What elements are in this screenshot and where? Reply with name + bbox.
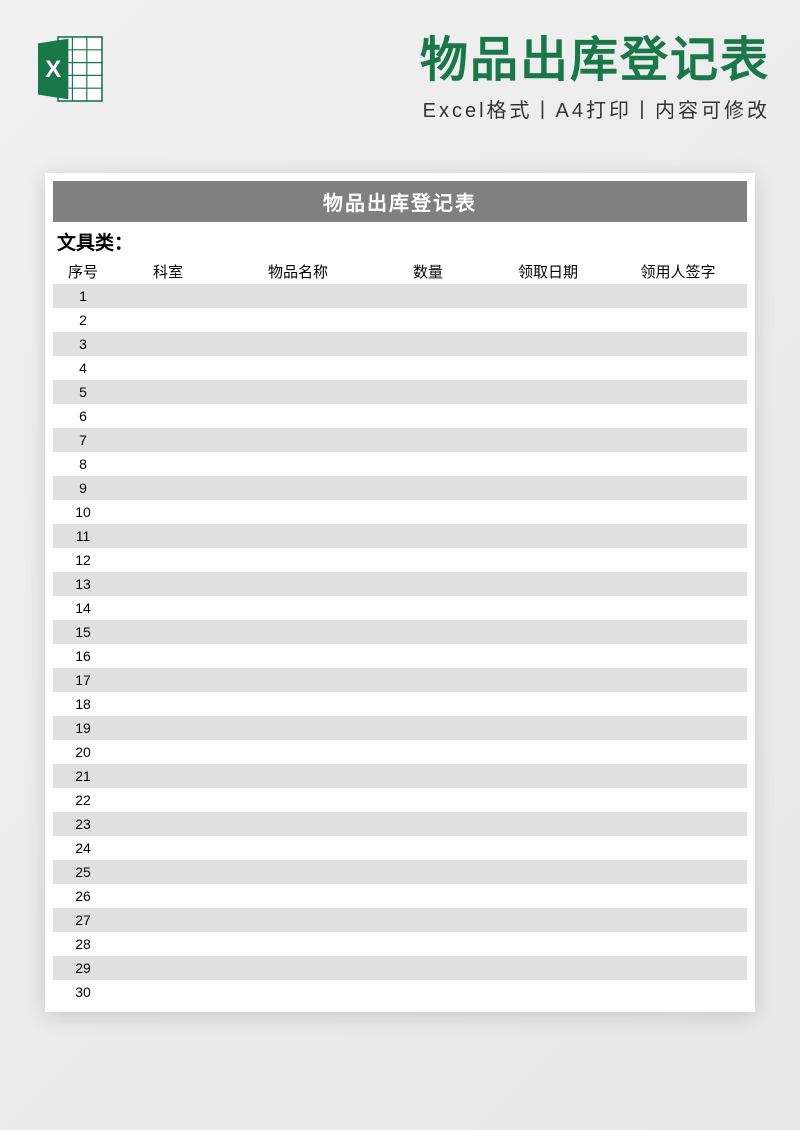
row-number: 17 — [53, 672, 113, 688]
table-row: 19 — [53, 716, 747, 740]
column-header-sign: 领用人签字 — [613, 261, 743, 282]
table-row: 6 — [53, 404, 747, 428]
row-number: 12 — [53, 552, 113, 568]
row-number: 5 — [53, 384, 113, 400]
header-text: 物品出库登记表 Excel格式丨A4打印丨内容可修改 — [130, 20, 770, 123]
page-header: X 物品出库登记表 Excel格式丨A4打印丨内容可修改 — [0, 0, 800, 133]
row-number: 3 — [53, 336, 113, 352]
table-row: 14 — [53, 596, 747, 620]
table-row: 29 — [53, 956, 747, 980]
row-number: 22 — [53, 792, 113, 808]
column-header-item: 物品名称 — [223, 261, 373, 282]
row-number: 2 — [53, 312, 113, 328]
row-number: 25 — [53, 864, 113, 880]
column-header-dept: 科室 — [113, 261, 223, 282]
table-row: 13 — [53, 572, 747, 596]
table-row: 18 — [53, 692, 747, 716]
table-row: 12 — [53, 548, 747, 572]
table-row: 20 — [53, 740, 747, 764]
table-row: 21 — [53, 764, 747, 788]
table-row: 2 — [53, 308, 747, 332]
table-row: 27 — [53, 908, 747, 932]
row-number: 10 — [53, 504, 113, 520]
row-number: 14 — [53, 600, 113, 616]
table-row: 3 — [53, 332, 747, 356]
table-row: 17 — [53, 668, 747, 692]
column-header-qty: 数量 — [373, 261, 483, 282]
row-number: 11 — [53, 528, 113, 544]
main-title: 物品出库登记表 — [130, 20, 770, 90]
table-row: 9 — [53, 476, 747, 500]
row-number: 30 — [53, 984, 113, 1000]
row-number: 4 — [53, 360, 113, 376]
svg-text:X: X — [45, 56, 61, 83]
row-number: 24 — [53, 840, 113, 856]
row-number: 27 — [53, 912, 113, 928]
column-header-seq: 序号 — [53, 261, 113, 282]
table-row: 16 — [53, 644, 747, 668]
row-number: 9 — [53, 480, 113, 496]
row-number: 15 — [53, 624, 113, 640]
row-number: 29 — [53, 960, 113, 976]
row-number: 26 — [53, 888, 113, 904]
table-row: 22 — [53, 788, 747, 812]
table-row: 24 — [53, 836, 747, 860]
row-number: 23 — [53, 816, 113, 832]
table-row: 5 — [53, 380, 747, 404]
table-row: 28 — [53, 932, 747, 956]
table-row: 15 — [53, 620, 747, 644]
document-preview: 物品出库登记表 文具类： 序号 科室 物品名称 数量 领取日期 领用人签字 12… — [45, 173, 755, 1012]
table: 序号 科室 物品名称 数量 领取日期 领用人签字 123456789101112… — [53, 259, 747, 1004]
row-number: 7 — [53, 432, 113, 448]
row-number: 28 — [53, 936, 113, 952]
row-number: 16 — [53, 648, 113, 664]
excel-icon: X — [30, 29, 110, 114]
table-row: 1 — [53, 284, 747, 308]
row-number: 21 — [53, 768, 113, 784]
table-body: 1234567891011121314151617181920212223242… — [53, 284, 747, 1004]
table-row: 10 — [53, 500, 747, 524]
row-number: 8 — [53, 456, 113, 472]
row-number: 13 — [53, 576, 113, 592]
table-header-row: 序号 科室 物品名称 数量 领取日期 领用人签字 — [53, 259, 747, 284]
table-row: 8 — [53, 452, 747, 476]
table-row: 30 — [53, 980, 747, 1004]
row-number: 1 — [53, 288, 113, 304]
row-number: 20 — [53, 744, 113, 760]
row-number: 6 — [53, 408, 113, 424]
table-row: 4 — [53, 356, 747, 380]
table-row: 23 — [53, 812, 747, 836]
row-number: 19 — [53, 720, 113, 736]
row-number: 18 — [53, 696, 113, 712]
subtitle: Excel格式丨A4打印丨内容可修改 — [130, 94, 770, 123]
category-label: 文具类： — [53, 222, 747, 259]
table-row: 25 — [53, 860, 747, 884]
table-row: 11 — [53, 524, 747, 548]
table-row: 7 — [53, 428, 747, 452]
table-row: 26 — [53, 884, 747, 908]
document-title: 物品出库登记表 — [53, 181, 747, 222]
column-header-date: 领取日期 — [483, 261, 613, 282]
